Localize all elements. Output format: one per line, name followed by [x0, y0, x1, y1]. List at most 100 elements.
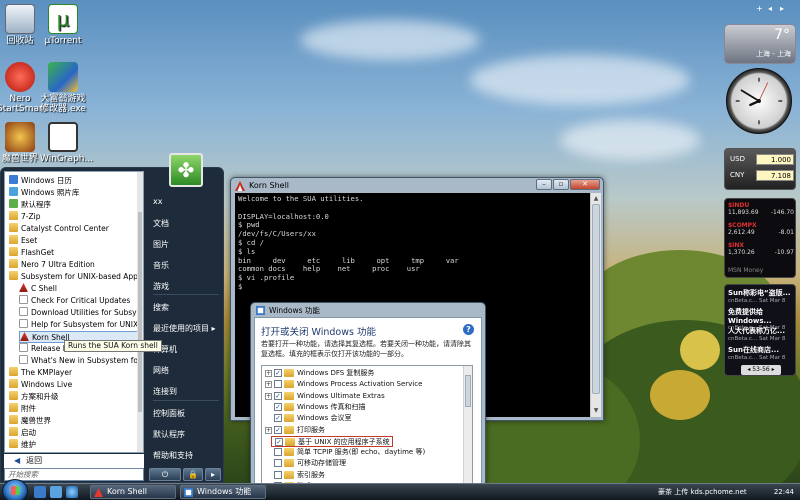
features-tree[interactable]: + ✓ Windows DFS 复制服务 + Windows Process Activ… — [261, 365, 473, 485]
programs-scrollbar[interactable] — [137, 172, 143, 452]
start-search-input[interactable]: 开始搜索 — [4, 468, 144, 481]
place-control-panel[interactable]: 控制面板 — [153, 408, 185, 419]
quicklaunch-switch[interactable] — [50, 486, 62, 498]
scrollbar-thumb[interactable] — [138, 212, 142, 412]
feature-checkbox[interactable]: ✓ — [274, 369, 282, 377]
program-folder[interactable]: Catalyst Control Center — [9, 223, 139, 235]
scroll-down-icon[interactable]: ▼ — [592, 406, 600, 415]
place-games[interactable]: 游戏 — [153, 281, 169, 292]
news-pager[interactable]: ◂ 53-56 ▸ — [741, 365, 781, 375]
program-folder[interactable]: Windows Live — [9, 379, 139, 391]
program-item[interactable]: Help for Subsystem for UNIX-based — [19, 319, 141, 331]
feature-item[interactable]: 索引服务 — [262, 470, 462, 481]
start-button[interactable] — [2, 479, 28, 500]
news-item[interactable]: Sun称彩电“盗版... cnBeta.c... Sat Mar 8 — [728, 288, 796, 304]
currency-gadget[interactable]: USD 1.000 CNY 7.108 — [724, 148, 796, 190]
program-item[interactable]: Windows 照片库 — [9, 187, 139, 199]
quicklaunch-ie[interactable] — [66, 486, 78, 498]
scrollbar-thumb[interactable] — [465, 375, 471, 407]
feature-checkbox[interactable] — [274, 380, 282, 389]
place-default-programs[interactable]: 默认程序 — [153, 429, 185, 440]
program-folder[interactable]: 魔兽世界 — [9, 415, 139, 427]
feature-checkbox[interactable] — [274, 459, 282, 468]
program-item[interactable]: C Shell — [19, 283, 141, 295]
place-user[interactable]: xx — [153, 197, 162, 206]
taskbar-button-windows-features[interactable]: Windows 功能 — [180, 485, 266, 499]
feature-checkbox[interactable]: ✓ — [274, 425, 282, 434]
shutdown-options-button[interactable]: ▸ — [205, 468, 221, 481]
place-pictures[interactable]: 图片 — [153, 239, 169, 250]
feature-item[interactable]: ✓ 基于 UNIX 的应用程序子系统 — [271, 435, 393, 447]
desktop-icon-wow[interactable]: 魔兽世界 — [0, 122, 43, 164]
currency-value[interactable]: 7.108 — [756, 170, 794, 181]
program-folder[interactable]: 维护 — [9, 439, 139, 451]
quicklaunch-desktop[interactable] — [34, 486, 46, 498]
terminal-scrollbar[interactable]: ▲ ▼ — [590, 193, 601, 417]
add-gadget-icon[interactable]: + — [756, 4, 763, 13]
maximize-button[interactable]: ▫ — [553, 179, 569, 190]
next-icon[interactable]: ▸ — [780, 4, 784, 13]
feature-item[interactable]: + ✓ 打印服务 — [262, 425, 462, 436]
news-item[interactable]: Sun在线商店... cnBeta.c... Sat Mar 8 — [728, 345, 796, 361]
news-item[interactable]: 人大代表称万亿... cnBeta.c... Sat Mar 8 — [728, 326, 796, 342]
desktop-icon-exe[interactable]: 大富翁游戏 修改器.exe — [40, 62, 86, 114]
currency-value[interactable]: 1.000 — [756, 154, 794, 165]
stock-item[interactable]: $COMPX 2,612.49 -8.01 — [728, 222, 794, 236]
program-folder[interactable]: FlashGet — [9, 247, 139, 259]
place-connect-to[interactable]: 连接到 — [153, 386, 177, 397]
expand-icon[interactable]: + — [265, 392, 272, 400]
scroll-up-icon[interactable]: ▲ — [592, 194, 600, 203]
prev-icon[interactable]: ◂ — [747, 366, 750, 373]
program-folder[interactable]: The KMPlayer — [9, 367, 139, 379]
place-help-support[interactable]: 帮助和支持 — [153, 450, 193, 461]
stock-item[interactable]: $INX 1,370.26 -10.97 — [728, 242, 794, 256]
feature-item[interactable]: ✓ Windows 传真和扫描 — [262, 402, 462, 413]
program-folder[interactable]: 7-Zip — [9, 211, 139, 223]
feature-checkbox[interactable]: ✓ — [275, 437, 283, 446]
expand-icon[interactable]: + — [265, 426, 272, 434]
feature-checkbox[interactable]: ✓ — [274, 414, 282, 423]
program-item[interactable]: Download Utilities for Subsystem — [19, 307, 141, 319]
minimize-button[interactable]: – — [536, 179, 552, 190]
windows-features-dialog[interactable]: Windows 功能 打开或关闭 Windows 功能 ? 若要打开一种功能，请… — [250, 302, 486, 488]
prev-icon[interactable]: ◂ — [768, 4, 772, 13]
feature-item[interactable]: ✓ Windows 会议室 — [262, 413, 462, 424]
feature-item[interactable]: + Windows Process Activation Service — [262, 379, 462, 390]
program-item[interactable]: What's New in Subsystem for UNIX — [19, 355, 141, 367]
stocks-gadget[interactable]: $INDU 11,893.69 -146.70 $COMPX 2,612.49 -8… — [724, 198, 796, 278]
desktop-icon-wingraph[interactable]: WinGraph... — [40, 122, 93, 164]
feature-item[interactable]: 简单 TCPIP 服务(即 echo、daytime 等) — [262, 447, 462, 458]
place-music[interactable]: 音乐 — [153, 260, 169, 271]
expand-icon[interactable]: + — [265, 370, 272, 377]
lock-button[interactable]: 🔒 — [183, 468, 203, 481]
program-folder[interactable]: Nero 7 Ultra Edition — [9, 259, 139, 271]
help-icon[interactable]: ? — [463, 324, 474, 335]
desktop-icon-nero[interactable]: Nero StartSmart — [0, 62, 46, 114]
feature-checkbox[interactable] — [274, 448, 282, 457]
clock-gadget[interactable] — [726, 68, 792, 134]
power-button[interactable]: ⏻ — [149, 468, 181, 481]
place-search[interactable]: 搜索 — [153, 302, 169, 313]
features-scrollbar[interactable] — [463, 366, 472, 484]
program-folder[interactable]: Subsystem for UNIX-based Applications — [9, 271, 139, 283]
program-item[interactable]: 默认程序 — [9, 199, 139, 211]
expand-icon[interactable]: + — [265, 381, 272, 389]
feature-checkbox[interactable] — [274, 470, 282, 479]
tray-clock[interactable]: 22:44 — [774, 484, 794, 500]
place-network[interactable]: 网络 — [153, 365, 169, 376]
program-folder[interactable]: 附件 — [9, 403, 139, 415]
news-gadget[interactable]: Sun称彩电“盗版... cnBeta.c... Sat Mar 8 免费提供给W… — [724, 284, 796, 376]
feature-checkbox[interactable]: ✓ — [274, 402, 282, 411]
stock-item[interactable]: $INDU 11,893.69 -146.70 — [728, 202, 794, 216]
feature-checkbox[interactable]: ✓ — [274, 391, 282, 400]
taskbar-button-korn-shell[interactable]: Korn Shell — [90, 485, 176, 499]
back-button[interactable]: ◀ 返回 — [4, 454, 144, 468]
weather-gadget[interactable]: 7° 上海 - 上海 — [724, 24, 796, 64]
program-item[interactable]: Windows 日历 — [9, 175, 139, 187]
feature-item[interactable]: + ✓ Windows Ultimate Extras — [262, 391, 462, 402]
program-folder[interactable]: 启动 — [9, 427, 139, 439]
program-folder[interactable]: 方案和升级 — [9, 391, 139, 403]
program-item[interactable]: Check For Critical Updates — [19, 295, 141, 307]
feature-item[interactable]: 可移动存储管理 — [262, 458, 462, 469]
next-icon[interactable]: ▸ — [772, 366, 775, 373]
